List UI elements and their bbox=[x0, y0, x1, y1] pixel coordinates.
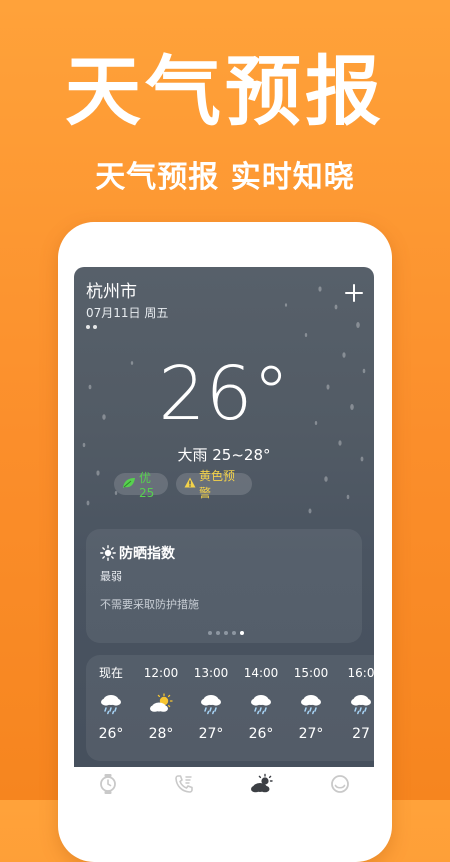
hourly-time: 16:0 bbox=[347, 666, 374, 680]
hourly-time: 14:00 bbox=[243, 666, 279, 680]
hourly-item: 14:00 26° bbox=[236, 655, 286, 761]
heavy-rain-icon bbox=[301, 695, 321, 715]
aqi-badge[interactable]: 优25 bbox=[114, 471, 168, 500]
heavy-rain-icon bbox=[351, 695, 371, 715]
card-dot bbox=[208, 631, 212, 635]
sun-protection-card[interactable]: 防晒指数 最弱 不需要采取防护措施 bbox=[86, 529, 362, 643]
date-label: 07月11日 周五 bbox=[86, 306, 169, 320]
hourly-forecast[interactable]: 现在 26° 12:00 28° 13:00 27° 14:00 26° 15:… bbox=[86, 655, 374, 761]
leaf-icon bbox=[122, 477, 136, 492]
smile-icon[interactable] bbox=[328, 773, 352, 795]
phone-icon[interactable] bbox=[172, 773, 196, 795]
partly-cloudy-icon bbox=[150, 693, 173, 712]
watch-icon[interactable] bbox=[96, 773, 120, 795]
weather-description: 大雨 25~28° bbox=[177, 446, 271, 464]
hourly-item: 现在 26° bbox=[86, 655, 136, 761]
hourly-item: 15:00 27° bbox=[286, 655, 336, 761]
card-dot bbox=[216, 631, 220, 635]
sun-icon bbox=[100, 545, 116, 561]
hourly-time: 13:00 bbox=[193, 666, 229, 680]
card-dot bbox=[224, 631, 228, 635]
card-title: 防晒指数 bbox=[100, 543, 175, 563]
hourly-time: 12:00 bbox=[143, 666, 179, 680]
bottom-tab-bar bbox=[74, 767, 374, 800]
city-name[interactable]: 杭州市 bbox=[86, 281, 137, 303]
heavy-rain-icon bbox=[251, 695, 271, 715]
hourly-temp: 26° bbox=[98, 726, 124, 742]
hourly-item: 16:0 27 bbox=[336, 655, 374, 761]
hourly-temp: 27 bbox=[352, 726, 370, 742]
aqi-label: 优25 bbox=[139, 470, 155, 500]
hourly-temp: 27° bbox=[198, 726, 224, 742]
card-dot-active bbox=[240, 631, 244, 635]
card-dot bbox=[232, 631, 236, 635]
sun-index-tip: 不需要采取防护措施 bbox=[100, 598, 199, 611]
promo-title: 天气预报 bbox=[65, 47, 385, 136]
hourly-item: 12:00 28° bbox=[136, 655, 186, 761]
hourly-temp: 26° bbox=[248, 726, 274, 742]
page-dot bbox=[93, 325, 97, 329]
hourly-temp: 27° bbox=[298, 726, 324, 742]
hourly-time: 15:00 bbox=[293, 666, 329, 680]
hourly-time: 现在 bbox=[98, 666, 123, 680]
add-city-button[interactable] bbox=[342, 281, 366, 305]
weather-icon[interactable] bbox=[250, 773, 274, 795]
weather-screen: 杭州市 07月11日 周五 26° 大雨 25~28° 优25 黄色预警 防晒指… bbox=[74, 267, 374, 800]
alert-label: 黄色预警 bbox=[199, 469, 236, 500]
sun-index-title: 防晒指数 bbox=[119, 546, 175, 562]
page-dot bbox=[86, 325, 90, 329]
warning-icon bbox=[184, 477, 196, 491]
weather-alert-badge[interactable]: 黄色预警 bbox=[176, 469, 252, 500]
heavy-rain-icon bbox=[101, 695, 121, 715]
card-page-indicator bbox=[208, 631, 244, 635]
hourly-temp: 28° bbox=[148, 726, 174, 742]
current-temperature: 26° bbox=[158, 351, 290, 437]
promo-subtitle: 天气预报 实时知晓 bbox=[95, 160, 355, 195]
city-page-indicator bbox=[86, 325, 97, 331]
hourly-item: 13:00 27° bbox=[186, 655, 236, 761]
sun-index-level: 最弱 bbox=[100, 570, 122, 583]
heavy-rain-icon bbox=[201, 695, 221, 715]
